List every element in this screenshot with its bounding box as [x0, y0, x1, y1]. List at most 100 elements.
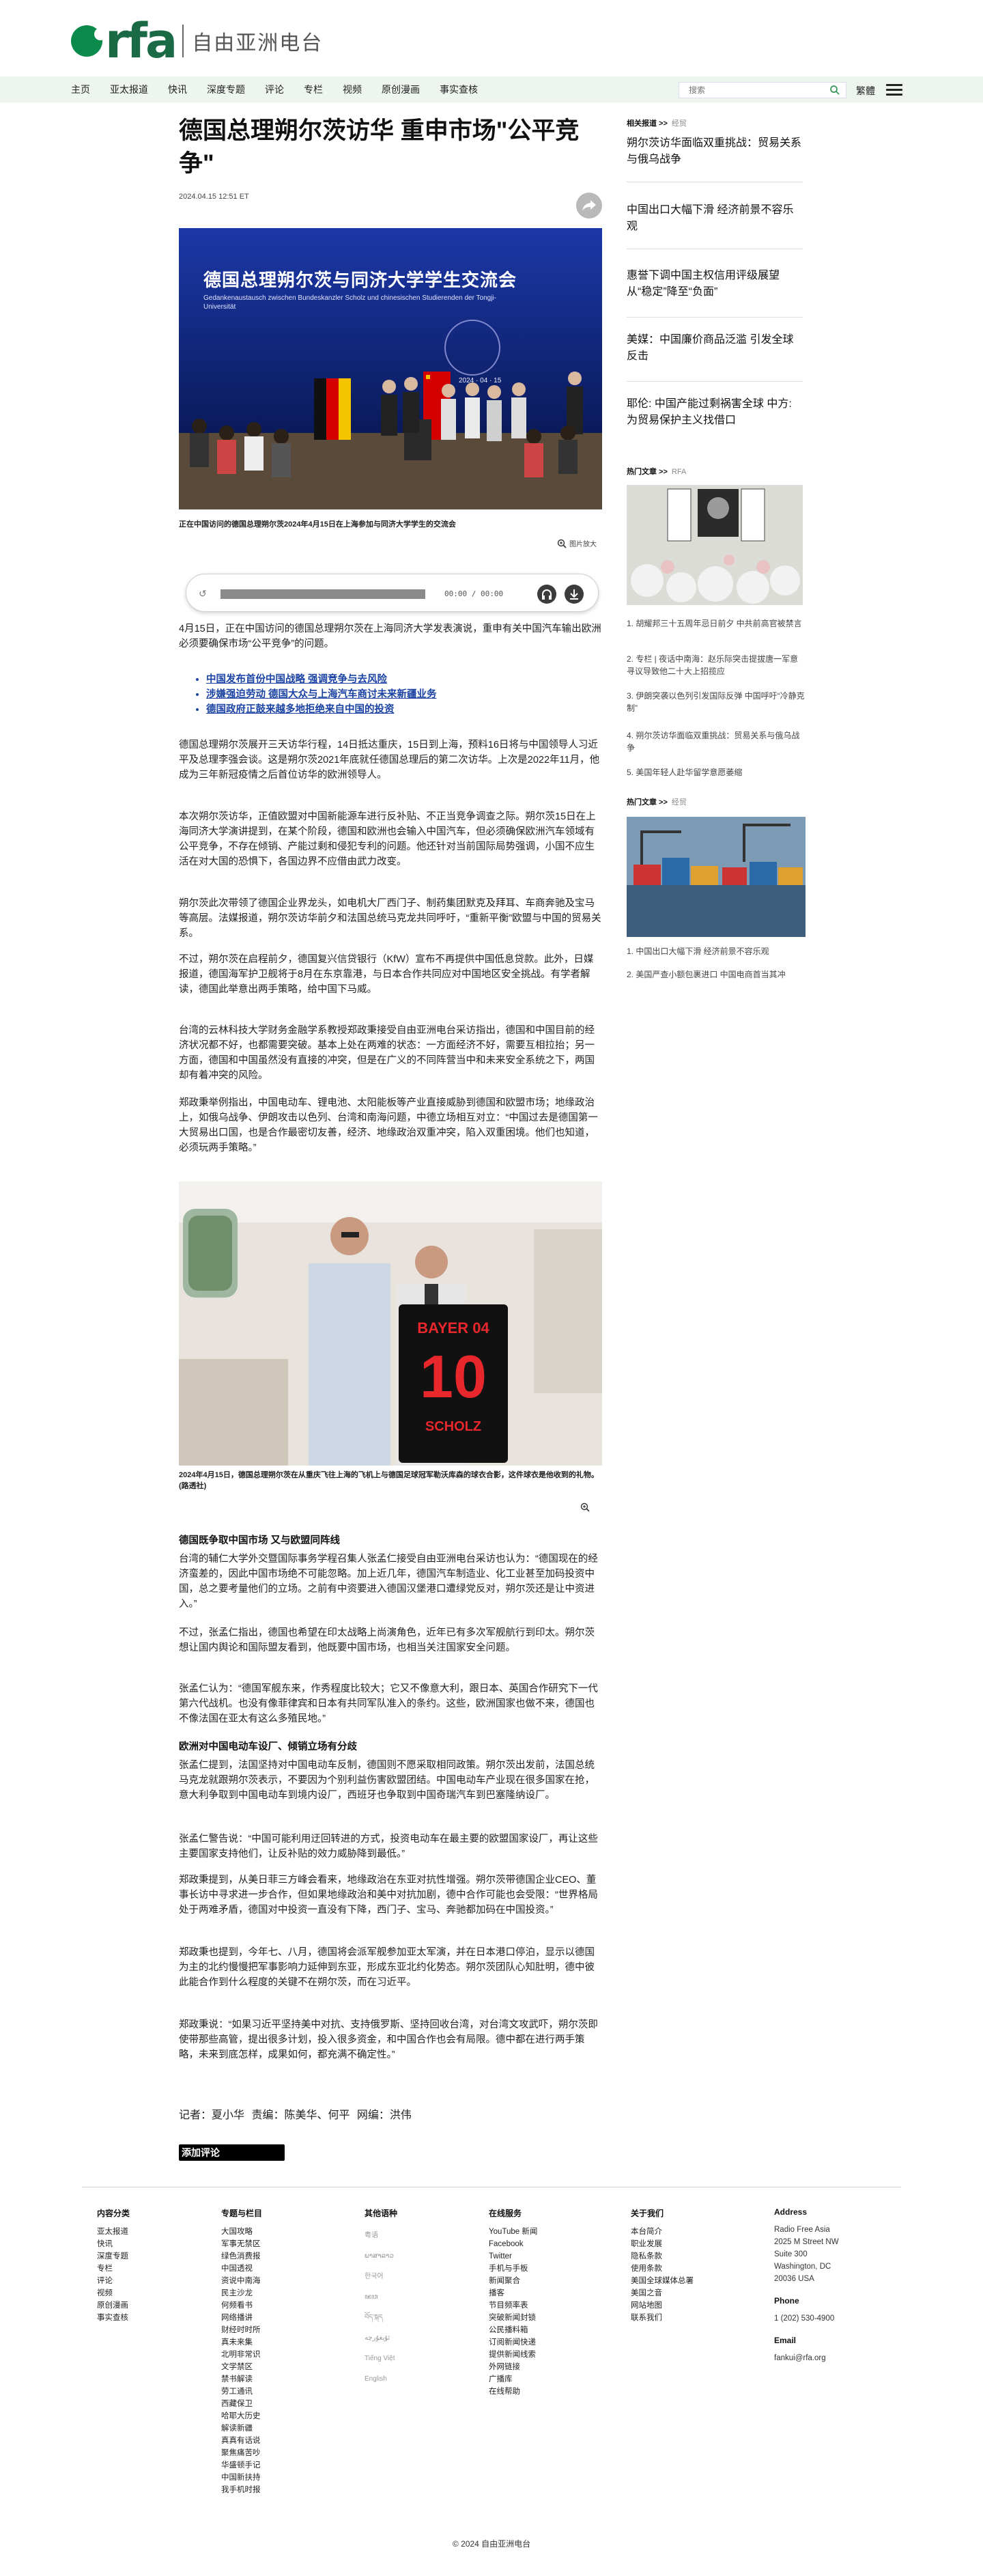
footer-link[interactable]: 美国全球媒体总署: [631, 2275, 694, 2287]
nav-item[interactable]: 视频: [343, 83, 362, 96]
footer-link[interactable]: 外网链接: [489, 2361, 537, 2373]
sidebar-story[interactable]: 惠誉下调中国主权信用评级展望 从“稳定”降至“负面”: [627, 268, 804, 300]
sidebar-story[interactable]: 朔尔茨访华面临双重挑战：贸易关系与俄乌战争: [627, 135, 804, 168]
footer-link[interactable]: 亚太报道: [97, 2226, 130, 2238]
footer-link[interactable]: 한국어: [365, 2267, 397, 2287]
footer-link[interactable]: 网络播讲: [221, 2312, 262, 2324]
sidebar-hot-title[interactable]: 热门文章 >>: [627, 798, 668, 807]
hamburger-menu-icon[interactable]: [886, 84, 902, 96]
nav-item[interactable]: 深度专题: [207, 83, 245, 96]
sidebar-hot-item[interactable]: 1. 中国出口大幅下滑 经济前景不容乐观: [627, 945, 806, 957]
footer-link[interactable]: 粤语: [365, 2226, 397, 2246]
footer-link[interactable]: 真未来集: [221, 2336, 262, 2349]
sidebar-hot-item[interactable]: 2. 美国严查小额包裹进口 中国电商首当其冲: [627, 968, 806, 981]
sidebar-hot-photo-1[interactable]: [627, 485, 803, 605]
footer-link[interactable]: 在线帮助: [489, 2385, 537, 2398]
nav-item[interactable]: 评论: [265, 83, 284, 96]
audio-progress-bar[interactable]: [220, 589, 425, 599]
footer-link[interactable]: 视频: [97, 2287, 130, 2299]
footer-link[interactable]: 哈耶大历史: [221, 2410, 262, 2422]
footer-link[interactable]: 劳工通讯: [221, 2385, 262, 2398]
footer-link[interactable]: 西藏保卫: [221, 2398, 262, 2410]
headphones-icon[interactable]: [537, 585, 556, 604]
footer-link[interactable]: 深度专题: [97, 2250, 130, 2263]
footer-link[interactable]: 评论: [97, 2275, 130, 2287]
nav-item[interactable]: 原创漫画: [382, 83, 420, 96]
footer-link[interactable]: 真真有话说: [221, 2435, 262, 2447]
footer-link[interactable]: 订阅新闻快递: [489, 2336, 537, 2349]
footer-link[interactable]: 播客: [489, 2287, 537, 2299]
related-link[interactable]: 德国政府正鼓来越多地拒绝来自中国的投资: [206, 702, 602, 717]
footer-link[interactable]: YouTube 新闻: [489, 2226, 537, 2238]
related-link[interactable]: 涉嫌强迫劳动 德国大众与上海汽车商讨未来新疆业务: [206, 687, 602, 702]
search-icon[interactable]: [829, 85, 840, 96]
footer-link[interactable]: 手机与手板: [489, 2263, 537, 2275]
footer-link[interactable]: 美国之音: [631, 2287, 694, 2299]
search-input[interactable]: [679, 83, 823, 98]
footer-link[interactable]: 新闻聚合: [489, 2275, 537, 2287]
sidebar-hot-photo-2[interactable]: [627, 817, 806, 937]
footer-link[interactable]: 网站地图: [631, 2299, 694, 2312]
footer-link[interactable]: 联系我们: [631, 2312, 694, 2324]
sidebar-story[interactable]: 美媒：中国廉价商品泛滥 引发全球反击: [627, 332, 804, 365]
nav-item[interactable]: 亚太报道: [110, 83, 148, 96]
sidebar-story[interactable]: 耶伦: 中国产能过剩祸害全球 中方: 为贸易保护主义找借口: [627, 396, 804, 429]
footer-link[interactable]: 禁书解读: [221, 2373, 262, 2385]
sidebar-hot-title[interactable]: 热门文章 >>: [627, 468, 668, 476]
sidebar-story[interactable]: 中国出口大幅下滑 经济前景不容乐观: [627, 202, 804, 235]
zoom-button-1[interactable]: 图片放大: [557, 538, 597, 548]
sidebar-hot-item[interactable]: 4. 朔尔茨访华面临双重挑战：贸易关系与俄乌战争: [627, 729, 806, 754]
footer-link[interactable]: 中国透视: [221, 2263, 262, 2275]
footer-link[interactable]: 解读新疆: [221, 2422, 262, 2435]
footer-link[interactable]: བོད་སྐད: [365, 2308, 397, 2328]
footer-link[interactable]: 原创漫画: [97, 2299, 130, 2312]
rewind-icon[interactable]: ↺: [199, 588, 207, 600]
footer-link[interactable]: English: [365, 2369, 397, 2390]
sidebar-hot-item[interactable]: 5. 美国年轻人赴华留学意愿萎缩: [627, 766, 806, 779]
download-icon[interactable]: [565, 585, 584, 604]
footer-link[interactable]: 专栏: [97, 2263, 130, 2275]
footer-link[interactable]: 职业发展: [631, 2238, 694, 2250]
nav-item[interactable]: 事实查核: [440, 83, 478, 96]
add-comment-button[interactable]: 添加评论: [179, 2144, 285, 2161]
nav-item[interactable]: 主页: [71, 83, 90, 96]
footer-link[interactable]: 民主沙龙: [221, 2287, 262, 2299]
footer-link[interactable]: 大国攻略: [221, 2226, 262, 2238]
sidebar-hot-item[interactable]: 3. 伊朗突袭以色列引发国际反弹 中国呼吁“冷静克制”: [627, 690, 806, 714]
footer-link[interactable]: 财经时时所: [221, 2324, 262, 2336]
footer-link[interactable]: 绿色消费报: [221, 2250, 262, 2263]
related-link[interactable]: 中国发布首份中国战略 强调竞争与去风险: [206, 672, 602, 687]
footer-link[interactable]: 本台简介: [631, 2226, 694, 2238]
footer-link[interactable]: 突破新闻封锁: [489, 2312, 537, 2324]
footer-link[interactable]: ພາສາລາວ: [365, 2246, 397, 2267]
site-logo[interactable]: rfa 自由亚洲电台: [71, 17, 323, 65]
footer-link[interactable]: 北明非常识: [221, 2349, 262, 2361]
footer-link[interactable]: 提供新闻线索: [489, 2349, 537, 2361]
language-toggle[interactable]: 繁體: [856, 84, 875, 98]
footer-link[interactable]: 我手机时报: [221, 2484, 262, 2496]
footer-link[interactable]: 节目频率表: [489, 2299, 537, 2312]
footer-link[interactable]: ئۇيغۇرچە: [365, 2328, 397, 2349]
zoom-button-2[interactable]: [580, 1502, 590, 1512]
footer-link[interactable]: 资说中南海: [221, 2275, 262, 2287]
email-address[interactable]: fankui@rfa.org: [774, 2352, 839, 2364]
share-icon[interactable]: [576, 193, 602, 219]
footer-link[interactable]: Facebook: [489, 2238, 537, 2250]
footer-link[interactable]: 文学禁区: [221, 2361, 262, 2373]
nav-item[interactable]: 专栏: [304, 83, 323, 96]
footer-link[interactable]: 快讯: [97, 2238, 130, 2250]
footer-link[interactable]: 何频看书: [221, 2299, 262, 2312]
footer-link[interactable]: 军事无禁区: [221, 2238, 262, 2250]
footer-link[interactable]: 广播库: [489, 2373, 537, 2385]
footer-link[interactable]: 隐私条款: [631, 2250, 694, 2263]
nav-item[interactable]: 快讯: [168, 83, 187, 96]
footer-link[interactable]: Tiếng Việt: [365, 2349, 397, 2369]
footer-link[interactable]: 中国新扶持: [221, 2472, 262, 2484]
footer-link[interactable]: ꦗꦮ: [365, 2287, 397, 2308]
footer-link[interactable]: 聚焦痛苦吵: [221, 2447, 262, 2459]
footer-link[interactable]: 华盛顿手记: [221, 2459, 262, 2472]
footer-link[interactable]: 使用条款: [631, 2263, 694, 2275]
sidebar-hot-item[interactable]: 1. 胡耀邦三十五周年忌日前夕 中共前高官被禁言: [627, 617, 806, 630]
footer-link[interactable]: 公民播料箱: [489, 2324, 537, 2336]
footer-link[interactable]: 事实查核: [97, 2312, 130, 2324]
